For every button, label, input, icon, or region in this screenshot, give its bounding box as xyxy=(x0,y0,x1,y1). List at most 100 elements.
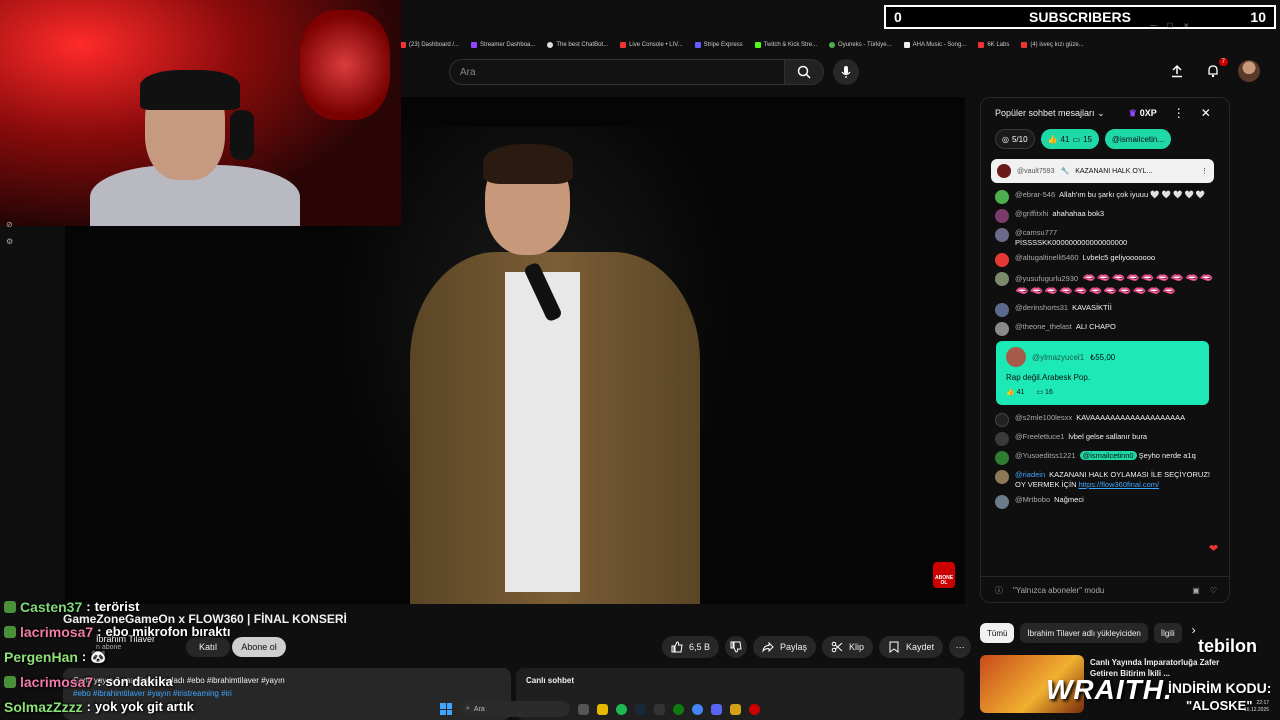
taskbar-search[interactable]: ⌕ Ara xyxy=(460,701,570,717)
chat-user[interactable]: @Freelettuce1 xyxy=(1015,432,1064,441)
heart-icon: ❤ xyxy=(1209,543,1219,555)
super-chat-text: Rap değil.Arabesk Pop. xyxy=(1006,373,1091,382)
system-clock[interactable]: 22:17 16.12.2025 xyxy=(1244,700,1269,714)
chat-separator: : xyxy=(86,599,91,614)
poll-chip[interactable]: 👍 41 ▭ 15 xyxy=(1040,129,1099,149)
bookmark[interactable]: (23) Dashboard /... xyxy=(400,42,459,48)
task-view-icon[interactable] xyxy=(578,703,589,715)
minimize-icon[interactable]: — xyxy=(1150,22,1157,30)
bookmark[interactable]: AHA Music - Song... xyxy=(903,42,966,48)
bookmark-icon xyxy=(889,641,899,653)
chip-related[interactable]: İlgili xyxy=(1153,623,1182,643)
settings-icon[interactable]: ⚙ xyxy=(6,237,13,246)
heart-outline-icon[interactable]: ♡ xyxy=(1210,586,1217,595)
bookmark-icon xyxy=(620,42,627,48)
super-chat-icon[interactable]: ▣ xyxy=(1192,586,1200,595)
bookmark[interactable]: Twitch & Kick Stre... xyxy=(754,42,817,48)
avatar xyxy=(995,432,1009,446)
chat-chips: ◎ 5/10 👍 41 ▭ 15 @ismailcetin... xyxy=(995,128,1172,150)
maximize-icon[interactable]: ☐ xyxy=(1167,22,1173,30)
close-icon[interactable]: ✕ xyxy=(1183,22,1189,30)
voice-search-button[interactable] xyxy=(833,59,859,85)
more-actions-button[interactable]: ⋯ xyxy=(949,636,972,658)
super-chat-user[interactable]: @ylmazyucel1 xyxy=(1032,353,1084,362)
avatar xyxy=(995,253,1009,267)
super-chat-likes[interactable]: 👍 41 xyxy=(1006,388,1024,396)
pinned-message[interactable]: @vault7593 🔧 KAZANANI HALK OYL... ⋮ xyxy=(991,159,1214,183)
chat-user[interactable]: @theone_thelast xyxy=(1015,322,1072,331)
chat-user[interactable]: @derinshorts31 xyxy=(1015,303,1068,312)
obs-icon[interactable] xyxy=(749,703,760,715)
chat-user[interactable]: @camsu777 xyxy=(1015,228,1057,237)
chat-user[interactable]: @yusufugurlu2930 xyxy=(1015,274,1078,283)
super-chat-amount: ₺55,00 xyxy=(1090,352,1116,362)
chevron-right-icon[interactable]: › xyxy=(1192,623,1196,643)
clip-icon[interactable]: ⊘ xyxy=(6,220,13,229)
goal-chip[interactable]: ◎ 5/10 xyxy=(995,129,1035,149)
chip-from-uploader[interactable]: İbrahim Tilaver adlı yükleyiciden xyxy=(1020,623,1148,643)
bookmark[interactable]: The best ChatBot... xyxy=(547,42,608,48)
avatar xyxy=(995,303,1009,317)
chat-user[interactable]: @griffitxhi xyxy=(1015,209,1048,218)
chat-user[interactable]: @altugaltinelli5460 xyxy=(1015,253,1079,262)
wrench-icon: 🔧 xyxy=(1060,168,1070,175)
chat-user[interactable]: @Mrtbobo xyxy=(1015,495,1050,504)
bookmark[interactable]: 6K Labs xyxy=(978,42,1009,48)
super-chat-card[interactable]: @ylmazyucel1 ₺55,00 Rap değil.Arabesk Po… xyxy=(996,341,1209,405)
dislike-button[interactable] xyxy=(725,636,748,658)
windows-start-icon[interactable] xyxy=(440,703,452,715)
upload-button[interactable] xyxy=(1166,60,1188,82)
clip-button[interactable]: Klip xyxy=(822,636,874,658)
chrome-icon[interactable] xyxy=(692,703,703,715)
streamer-webcam xyxy=(0,0,401,226)
sponsor-logo-tebilon: tebilon xyxy=(1198,636,1257,656)
search-button[interactable] xyxy=(784,59,824,85)
more-vert-icon[interactable]: ⋮ xyxy=(1201,167,1208,175)
chat-link[interactable]: https://flow360final.com/ xyxy=(1079,480,1159,489)
info-icon[interactable]: ⓘ xyxy=(995,585,1003,596)
bookmarks-bar: (23) Dashboard /... Streamer Dashboa... … xyxy=(400,38,1280,52)
xbox-icon[interactable] xyxy=(673,703,684,715)
search-input[interactable] xyxy=(460,66,774,78)
chat-user[interactable]: @ebrar-546 xyxy=(1015,190,1055,199)
bookmark-label: 6K Labs xyxy=(987,42,1010,48)
epic-games-icon[interactable] xyxy=(654,703,665,715)
channel-watermark-subscribe[interactable]: ABONE OL xyxy=(933,562,955,588)
file-explorer-icon[interactable] xyxy=(597,703,608,715)
share-button[interactable]: Paylaş xyxy=(753,636,817,658)
discount-code-value: "ALOSKE" xyxy=(1186,698,1253,713)
user-chip[interactable]: @ismailcetin... xyxy=(1104,129,1172,149)
chat-user[interactable]: @Yusoeditss1221 xyxy=(1015,451,1076,460)
bookmark[interactable]: Streamer Dashboa... xyxy=(471,42,535,48)
avatar xyxy=(995,272,1009,286)
chat-mention[interactable]: @ismailcetinn0 xyxy=(1079,451,1137,460)
xp-badge[interactable]: ♛ 0XP xyxy=(1129,108,1157,119)
chat-mode-selector[interactable]: Popüler sohbet mesajları ⌄ xyxy=(995,108,1105,119)
chat-user[interactable]: @riadein xyxy=(1015,470,1045,479)
share-icon xyxy=(762,641,774,653)
discord-icon[interactable] xyxy=(711,703,722,715)
bookmark[interactable]: Live Console • LIV... xyxy=(620,42,683,48)
save-label: Kaydet xyxy=(906,642,935,652)
notifications-button[interactable]: 7 xyxy=(1202,58,1228,82)
super-chat-replies[interactable]: ▭ 16 xyxy=(1036,388,1052,396)
bookmark[interactable]: (4) isveç kızı güze... xyxy=(1021,42,1084,48)
chip-all[interactable]: Tümü xyxy=(980,623,1015,643)
chat-user[interactable]: @s2mle100lesxx xyxy=(1015,413,1072,422)
chat-mode-label: Popüler sohbet mesajları xyxy=(995,107,1095,118)
chat-message: @yusufugurlu2930 🫦🫦🫦🫦🫦🫦🫦🫦🫦🫦🫦🫦🫦🫦🫦🫦🫦🫦🫦🫦 xyxy=(995,272,1221,298)
more-vert-icon[interactable]: ⋮ xyxy=(1173,106,1185,120)
clock-time: 22:17 xyxy=(1256,700,1270,706)
save-button[interactable]: Kaydet xyxy=(879,636,944,658)
spotify-icon[interactable] xyxy=(616,703,627,715)
steam-icon[interactable] xyxy=(635,703,646,715)
bookmark[interactable]: Oyuneks - Türkiye... xyxy=(829,42,892,48)
window-controls: — ☐ ✕ xyxy=(1150,22,1189,30)
folder-icon[interactable] xyxy=(730,703,741,715)
like-button[interactable]: 6,5 B xyxy=(662,636,720,658)
close-chat-icon[interactable]: ✕ xyxy=(1201,106,1211,120)
bookmark[interactable]: Stripe Express xyxy=(694,42,743,48)
chat-text: lvbel gelse sallanır bura xyxy=(1068,432,1148,441)
account-avatar[interactable] xyxy=(1238,60,1260,82)
bookmark-label: (23) Dashboard /... xyxy=(409,42,460,48)
